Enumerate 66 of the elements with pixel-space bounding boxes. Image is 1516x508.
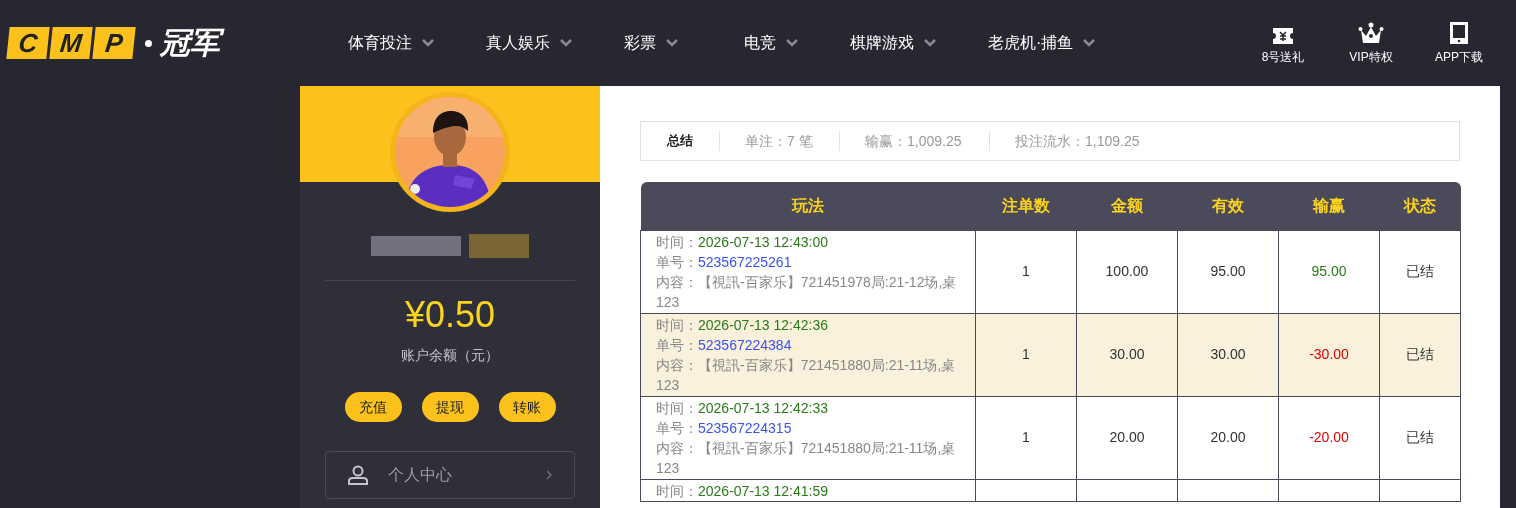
action-button[interactable]: 转账 xyxy=(498,392,556,422)
action-button[interactable]: 提现 xyxy=(421,392,479,422)
table-cell: 已结 xyxy=(1406,429,1434,445)
quick-link[interactable]: APP下载 xyxy=(1430,20,1488,66)
table-cell: -30.00 xyxy=(1309,346,1349,362)
summary-item: 单注：7 笔 xyxy=(744,131,814,151)
chevron-down-icon xyxy=(1083,39,1096,47)
table-cell: 已结 xyxy=(1406,346,1434,362)
bet-time: 时间：2026-07-13 12:42:36 xyxy=(656,315,829,335)
sidebar-menu-item[interactable]: 个人中心 xyxy=(325,451,575,499)
nav-link[interactable]: 电竞 xyxy=(744,31,850,55)
action-button[interactable]: 充值 xyxy=(344,392,402,422)
column-header: 输赢 xyxy=(1278,182,1380,230)
nav-link[interactable]: 彩票 xyxy=(624,31,744,55)
logo-letter: P xyxy=(92,27,136,59)
table-cell: 30.00 xyxy=(1210,346,1246,362)
summary-title: 总结 xyxy=(665,132,694,151)
phone-icon xyxy=(1450,22,1468,44)
table-cell: 20.00 xyxy=(1210,429,1246,445)
column-header: 状态 xyxy=(1379,182,1461,230)
column-header: 注单数 xyxy=(975,182,1077,230)
chevron-down-icon xyxy=(560,39,572,47)
table-cell: 1 xyxy=(1022,263,1030,279)
table-cell: 1 xyxy=(1022,429,1030,445)
quick-link[interactable]: 8号送礼 xyxy=(1254,20,1312,66)
balance-label: 账户余额（元） xyxy=(401,346,499,365)
chevron-down-icon xyxy=(786,39,798,47)
crown-icon xyxy=(1358,22,1384,44)
bet-time: 时间：2026-07-13 12:43:00 xyxy=(656,232,829,252)
logo-letter: C xyxy=(6,27,50,59)
chevron-down-icon xyxy=(924,39,936,47)
chevron-right-icon xyxy=(546,470,552,480)
table-cell: 95.00 xyxy=(1311,263,1347,279)
menu-label: 个人中心 xyxy=(388,465,452,485)
table-cell: 20.00 xyxy=(1109,429,1145,445)
summary-item: 投注流水：1,109.25 xyxy=(1014,131,1141,151)
balance-amount: ¥0.50 xyxy=(404,297,496,333)
bet-content: 内容：【視訊-百家乐】721451978局:21-12场,桌123 xyxy=(656,272,958,312)
column-header: 玩法 xyxy=(640,182,976,230)
bet-number: 单号：523567224384 xyxy=(656,335,793,355)
logo-text: 冠军 xyxy=(160,25,226,61)
quick-link[interactable]: VIP特权 xyxy=(1342,20,1400,66)
chevron-down-icon xyxy=(666,39,678,47)
nav-link[interactable]: 老虎机·捕鱼 xyxy=(988,31,1108,55)
bet-content: 内容：【視訊-百家乐】721451880局:21-11场,桌123 xyxy=(656,438,957,478)
ticket-icon xyxy=(1273,28,1293,44)
bet-number: 单号：523567225261 xyxy=(656,252,793,272)
column-header: 金额 xyxy=(1076,182,1178,230)
table-cell: 95.00 xyxy=(1210,263,1246,279)
table-cell: 100.00 xyxy=(1105,263,1149,279)
chevron-down-icon xyxy=(422,39,434,47)
summary-item: 输赢：1,009.25 xyxy=(864,131,963,151)
user-icon xyxy=(348,465,368,485)
table-cell: 已结 xyxy=(1406,263,1434,279)
table-cell: 30.00 xyxy=(1109,346,1145,362)
nav-link[interactable]: 真人娱乐 xyxy=(486,31,624,55)
nav-link[interactable]: 棋牌游戏 xyxy=(850,31,988,55)
table-cell: -20.00 xyxy=(1309,429,1349,445)
nav-link[interactable]: 体育投注 xyxy=(348,31,486,55)
bet-time: 时间：2026-07-13 12:42:33 xyxy=(656,398,829,418)
bet-time: 时间：2026-07-13 12:41:59 xyxy=(656,481,829,501)
column-header: 有效 xyxy=(1177,182,1279,230)
logo-letter: M xyxy=(49,27,93,59)
bet-number: 单号：523567224315 xyxy=(656,418,793,438)
bet-content: 内容：【視訊-百家乐】721451880局:21-11场,桌123 xyxy=(656,355,957,395)
table-cell: 1 xyxy=(1022,346,1030,362)
